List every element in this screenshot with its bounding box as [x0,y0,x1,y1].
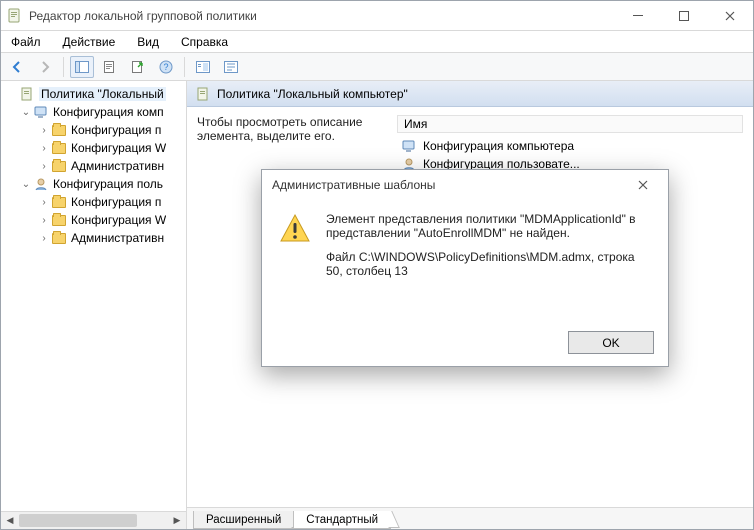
tab-standard[interactable]: Стандартный [293,511,391,529]
close-button[interactable] [707,1,753,30]
chevron-down-icon: ⌄ [19,107,33,118]
folder-icon [51,140,67,156]
scroll-right-button[interactable]: ▶ [168,512,186,529]
tree-hscrollbar[interactable]: ◀ ▶ [1,511,186,529]
help-button[interactable]: ? [154,56,178,78]
column-header-name[interactable]: Имя [397,115,743,133]
tab-extended[interactable]: Расширенный [193,511,294,529]
minimize-button[interactable] [615,1,661,30]
content-header: Политика "Локальный компьютер" [187,81,753,107]
tree-root-label: Политика "Локальный [39,87,166,101]
folder-icon [51,194,67,210]
dialog-title: Административные шаблоны [272,178,628,192]
tree-item[interactable]: › Конфигурация W [1,211,186,229]
tree-pane: Политика "Локальный ⌄ Конфигурация комп … [1,81,187,529]
chevron-right-icon: › [37,143,51,154]
window-title: Редактор локальной групповой политики [29,9,615,23]
tree-item[interactable]: › Конфигурация п [1,193,186,211]
dialog-message-2: Файл C:\WINDOWS\PolicyDefinitions\MDM.ad… [326,250,652,278]
menu-bar: Файл Действие Вид Справка [1,31,753,53]
dialog-message-1: Элемент представления политики "MDMAppli… [326,212,652,240]
warning-icon [278,212,312,246]
svg-text:?: ? [163,62,168,72]
list-item[interactable]: Конфигурация компьютера [397,137,743,155]
app-icon [7,8,23,24]
tree-label: Конфигурация W [71,141,166,155]
tree-item[interactable]: › Конфигурация п [1,121,186,139]
tree-label: Конфигурация комп [53,105,164,119]
tree-label: Конфигурация поль [53,177,163,191]
folder-icon [51,122,67,138]
ok-button[interactable]: OK [568,331,654,354]
tree-item[interactable]: › Конфигурация W [1,139,186,157]
forward-button[interactable] [33,56,57,78]
tree-label: Конфигурация W [71,213,166,227]
chevron-down-icon: ⌄ [19,179,33,190]
user-icon [33,176,49,192]
tree-computer-config[interactable]: ⌄ Конфигурация комп [1,103,186,121]
menu-help[interactable]: Справка [177,33,232,51]
chevron-right-icon: › [37,161,51,172]
dialog-titlebar: Административные шаблоны [262,170,668,200]
tree-label: Административн [71,231,164,245]
tree-label: Конфигурация п [71,195,161,209]
folder-icon [51,158,67,174]
window-titlebar: Редактор локальной групповой политики [1,1,753,31]
tab-strip: Расширенный Стандартный [187,507,753,529]
tree-user-config[interactable]: ⌄ Конфигурация поль [1,175,186,193]
back-button[interactable] [5,56,29,78]
policy-doc-icon [19,86,35,102]
computer-icon [401,138,417,154]
maximize-button[interactable] [661,1,707,30]
scroll-left-button[interactable]: ◀ [1,512,19,529]
chevron-right-icon: › [37,197,51,208]
tree-item[interactable]: › Административн [1,229,186,247]
policy-doc-icon [195,86,211,102]
toolbar: ? [1,53,753,81]
filter-button[interactable] [191,56,215,78]
tab-label: Стандартный [306,514,378,526]
dialog-close-button[interactable] [628,170,658,200]
chevron-right-icon: › [37,125,51,136]
tree-root[interactable]: Политика "Локальный [1,85,186,103]
tree-item[interactable]: › Административн [1,157,186,175]
chevron-right-icon: › [37,233,51,244]
chevron-right-icon: › [37,215,51,226]
list-item-label: Конфигурация компьютера [423,139,574,153]
error-dialog: Административные шаблоны Элемент предста… [261,169,669,367]
folder-icon [51,212,67,228]
properties-button[interactable] [98,56,122,78]
computer-icon [33,104,49,120]
tab-label: Расширенный [206,514,281,526]
menu-view[interactable]: Вид [133,33,163,51]
content-header-title: Политика "Локальный компьютер" [217,87,408,101]
tree-label: Административн [71,159,164,173]
scroll-thumb[interactable] [19,514,137,527]
menu-action[interactable]: Действие [59,33,120,51]
show-tree-button[interactable] [70,56,94,78]
folder-icon [51,230,67,246]
tree-label: Конфигурация п [71,123,161,137]
menu-file[interactable]: Файл [7,33,45,51]
export-button[interactable] [126,56,150,78]
filter-options-button[interactable] [219,56,243,78]
